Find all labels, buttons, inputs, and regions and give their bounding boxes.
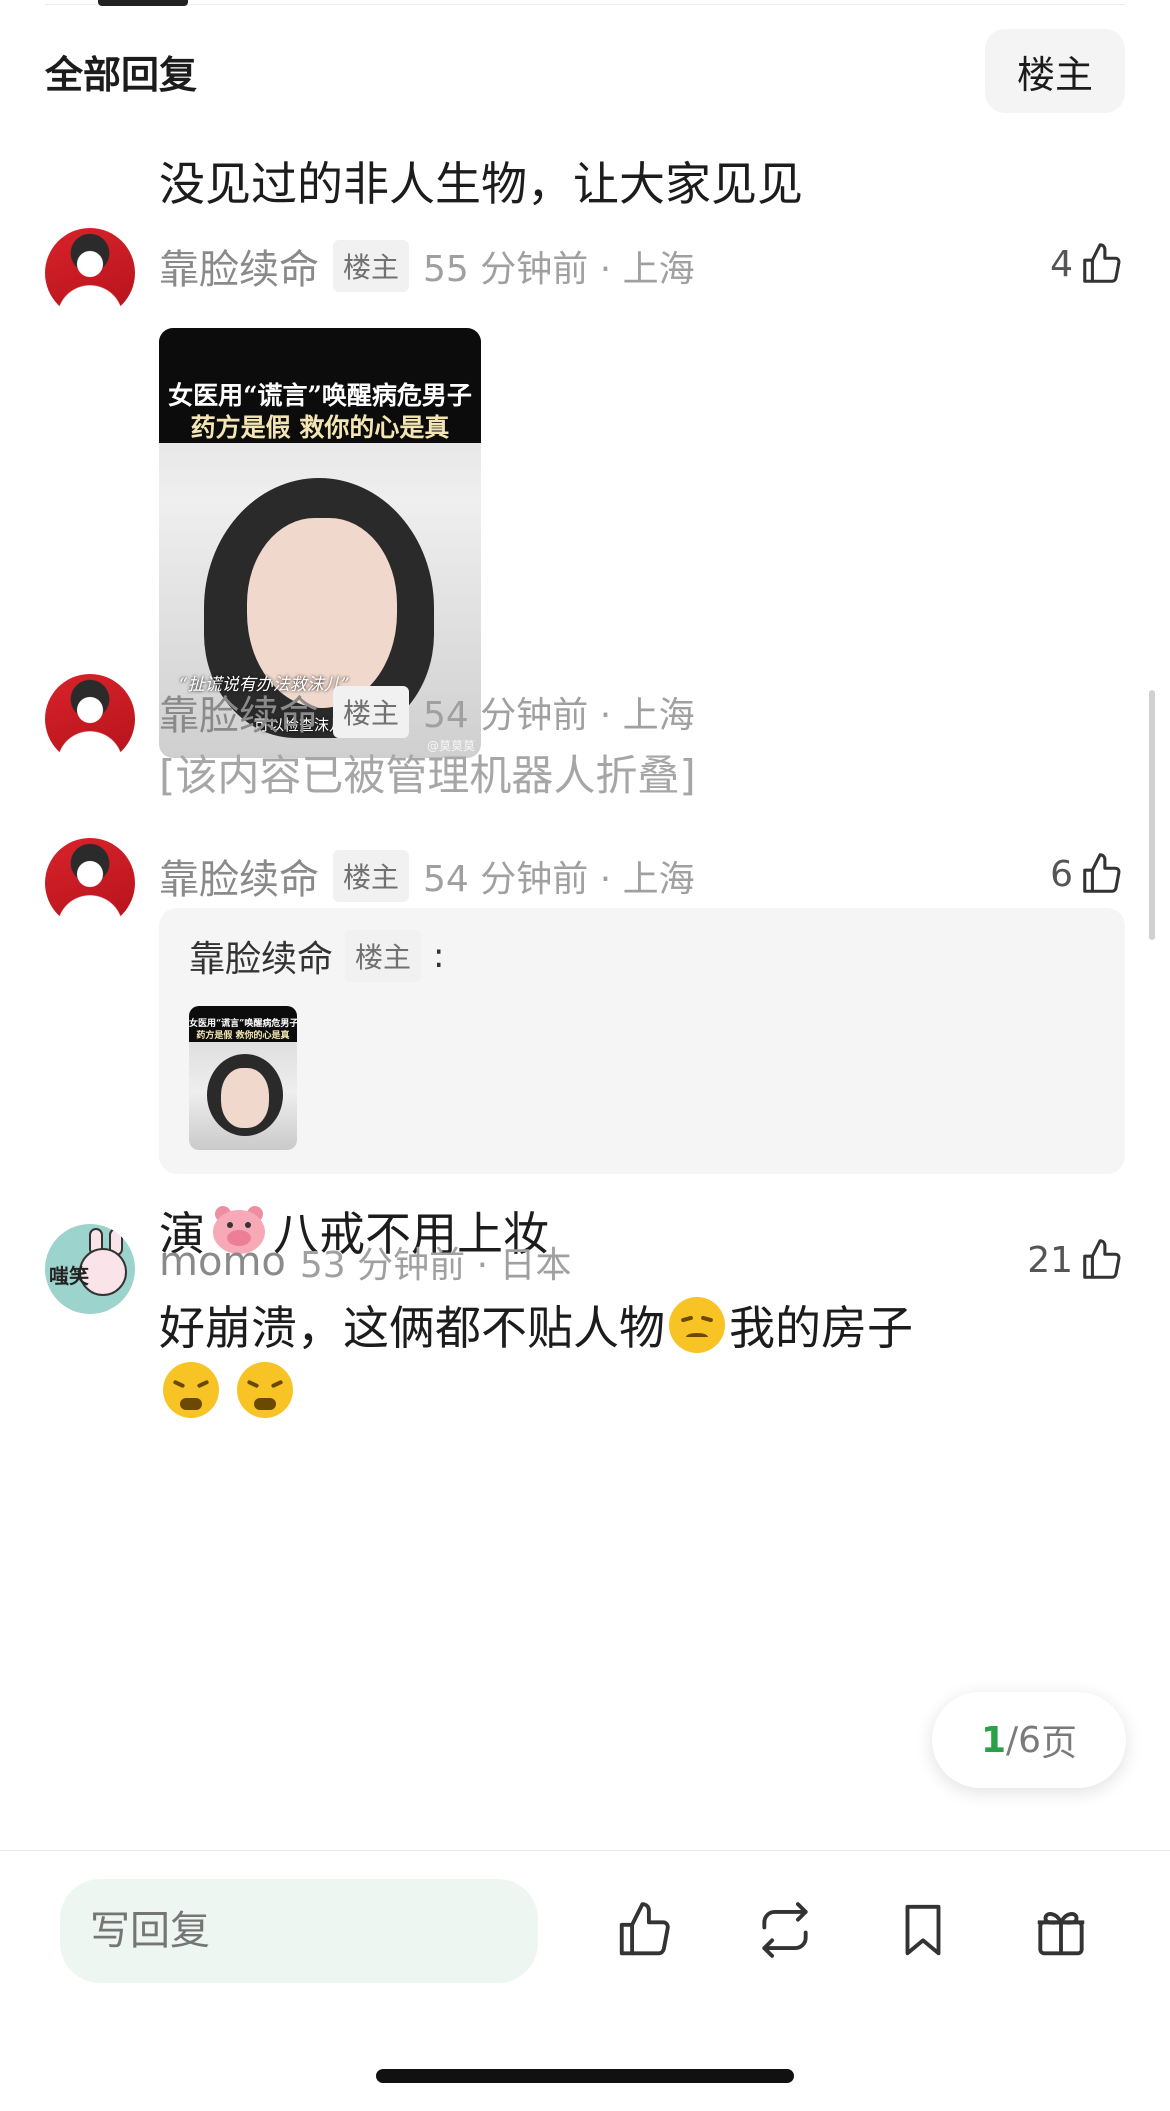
quoted-image-caption-line2: 药方是假 救你的心是真 bbox=[196, 1031, 290, 1041]
avatar-label: 嗤笑 bbox=[49, 1264, 89, 1288]
quote-header: 靠脸续命 楼主 : bbox=[189, 930, 445, 982]
like-count: 6 bbox=[1050, 853, 1073, 895]
comment-text-before: 好崩溃，这俩都不贴人物 bbox=[159, 1301, 665, 1355]
like-count: 21 bbox=[1027, 1239, 1073, 1281]
comment-meta: 靠脸续命 楼主 54 分钟前 · 上海 bbox=[159, 684, 695, 740]
original-post-text: 没见过的非人生物，让大家见见 bbox=[159, 157, 803, 211]
comment-meta: 靠脸续命 楼主 55 分钟前 · 上海 bbox=[159, 238, 695, 294]
username[interactable]: 靠脸续命 bbox=[159, 847, 319, 905]
comment-text-after: 我的房子 bbox=[729, 1301, 913, 1355]
owner-badge: 楼主 bbox=[345, 930, 422, 982]
quoted-image[interactable]: 女医用“谎言”唤醒病危男子 药方是假 救你的心是真 bbox=[189, 1006, 297, 1150]
home-indicator[interactable] bbox=[376, 2069, 794, 2083]
reply-header: 全部回复 楼主 bbox=[45, 28, 1125, 114]
like-count: 4 bbox=[1050, 243, 1073, 285]
image-caption-line1: 女医用“谎言”唤醒病危男子 bbox=[168, 381, 472, 410]
tired-face-icon bbox=[163, 1362, 219, 1418]
gift-icon[interactable] bbox=[1026, 1895, 1096, 1965]
bottom-action-bar bbox=[0, 1850, 1170, 2111]
quoted-comment[interactable]: 靠脸续命 楼主 : 女医用“谎言”唤醒病危男子 药方是假 救你的心是真 bbox=[159, 908, 1125, 1174]
quote-colon: : bbox=[433, 936, 445, 976]
comment-text: 好崩溃，这俩都不贴人物 我的房子 bbox=[159, 1292, 913, 1358]
like-button[interactable]: 6 bbox=[1050, 846, 1125, 902]
comment-meta: momo 53 分钟前 · 日本 bbox=[159, 1234, 571, 1290]
repost-icon[interactable] bbox=[750, 1895, 820, 1965]
top-divider bbox=[45, 4, 1125, 5]
active-tab-indicator bbox=[98, 0, 188, 6]
page-separator: / bbox=[1006, 1719, 1019, 1761]
owner-badge: 楼主 bbox=[333, 686, 410, 738]
reply-input[interactable] bbox=[60, 1879, 538, 1983]
bookmark-icon[interactable] bbox=[888, 1895, 958, 1965]
comment-item: 靠脸续命 楼主 54 分钟前 · 上海 6 靠脸续命 楼主 : 女医用“谎言”唤… bbox=[45, 838, 1125, 1278]
username[interactable]: momo bbox=[159, 1239, 286, 1285]
tired-face-icon bbox=[237, 1362, 293, 1418]
owner-badge: 楼主 bbox=[333, 850, 410, 902]
avatar[interactable] bbox=[45, 674, 135, 764]
all-replies-title: 全部回复 bbox=[45, 52, 198, 97]
quoted-image-figure-face bbox=[221, 1068, 269, 1128]
total-pages: 6 bbox=[1018, 1719, 1042, 1761]
like-button[interactable]: 4 bbox=[1050, 236, 1125, 292]
comment-item: 嗤笑 momo 53 分钟前 · 日本 21 好崩溃，这俩都不贴人物 我的房子 bbox=[45, 1224, 1125, 1418]
thumbs-up-icon bbox=[1083, 243, 1121, 283]
username[interactable]: 靠脸续命 bbox=[159, 683, 319, 741]
comment-meta: 靠脸续命 楼主 54 分钟前 · 上海 bbox=[159, 848, 695, 904]
time-location: 54 分钟前 · 上海 bbox=[423, 859, 695, 900]
current-page: 1 bbox=[980, 1719, 1006, 1761]
thumbs-up-icon bbox=[1083, 1239, 1121, 1279]
owner-badge: 楼主 bbox=[333, 240, 410, 292]
quote-username: 靠脸续命 bbox=[189, 939, 334, 980]
emoji-row bbox=[159, 1362, 297, 1418]
thumbs-up-icon[interactable] bbox=[610, 1895, 680, 1965]
username[interactable]: 靠脸续命 bbox=[159, 237, 319, 295]
time-location: 55 分钟前 · 上海 bbox=[423, 249, 695, 290]
folded-content-text[interactable]: [该内容已被管理机器人折叠] bbox=[159, 742, 696, 803]
time-location: 54 分钟前 · 上海 bbox=[423, 695, 695, 736]
image-caption-line2: 药方是假 救你的心是真 bbox=[190, 413, 450, 442]
page-suffix: 页 bbox=[1041, 1723, 1078, 1764]
avatar[interactable] bbox=[45, 838, 135, 928]
time-location: 53 分钟前 · 日本 bbox=[299, 1245, 572, 1286]
thumbs-up-icon bbox=[1083, 853, 1121, 893]
comment-item: 靠脸续命 楼主 54 分钟前 · 上海 [该内容已被管理机器人折叠] bbox=[45, 674, 1125, 800]
owner-only-button[interactable]: 楼主 bbox=[985, 29, 1125, 113]
avatar[interactable]: 嗤笑 bbox=[45, 1224, 135, 1314]
pagination-button[interactable]: 1 / 6 页 bbox=[932, 1692, 1126, 1788]
disappointed-face-icon bbox=[669, 1297, 725, 1353]
scrollbar[interactable] bbox=[1149, 690, 1155, 940]
avatar[interactable] bbox=[45, 228, 135, 318]
like-button[interactable]: 21 bbox=[1027, 1232, 1125, 1288]
